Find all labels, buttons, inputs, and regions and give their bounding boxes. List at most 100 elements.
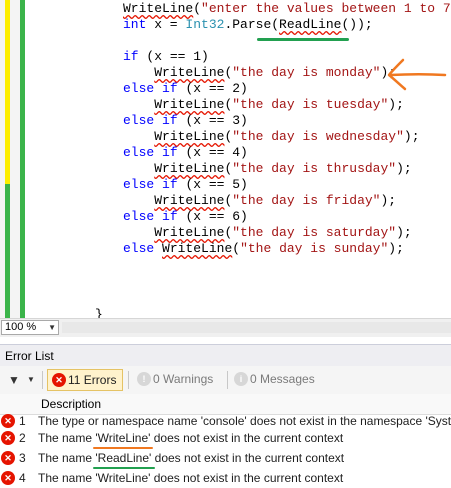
code-line[interactable]: else if (x == 2) — [123, 81, 248, 97]
keyword-token: if — [162, 81, 178, 96]
saved-changes-bar-right — [20, 0, 25, 318]
code-token: (x == 3) — [177, 113, 248, 128]
error-row[interactable]: ✕ 4 The name 'WriteLine' does not exist … — [0, 468, 451, 488]
error-icon: ✕ — [1, 414, 15, 428]
chevron-down-icon: ▼ — [48, 323, 56, 332]
error-icon: ✕ — [1, 431, 15, 445]
code-line[interactable]: WriteLine("the day is monday"); — [123, 65, 396, 81]
code-line[interactable]: if (x == 1) — [123, 49, 209, 65]
arrow-annotation-icon — [387, 58, 447, 91]
code-line[interactable]: WriteLine("the day is thrusday"); — [123, 161, 412, 177]
messages-count-label: 0 Messages — [250, 372, 315, 386]
string-token: "the day is thrusday" — [232, 161, 397, 176]
keyword-token: else — [123, 241, 155, 256]
warnings-count-label: 0 Warnings — [153, 372, 214, 386]
code-line[interactable]: WriteLine("enter the values between 1 to… — [123, 1, 451, 17]
code-token: ); — [403, 129, 420, 144]
filter-icon[interactable]: ▼ — [8, 373, 20, 387]
error-token: WriteLine — [154, 161, 225, 176]
code-line[interactable]: else if (x == 3) — [123, 113, 248, 129]
error-token: WriteLine — [123, 1, 194, 16]
error-row[interactable]: ✕ 2 The name 'WriteLine' does not exist … — [0, 428, 451, 448]
toolbar-separator — [42, 371, 43, 389]
error-list-toolbar: ▼ ▼ ✕ 11 Errors ! 0 Warnings i 0 Message… — [0, 366, 451, 395]
warnings-filter-button[interactable]: ! 0 Warnings — [133, 369, 223, 391]
error-description: The name 'ReadLine' does not exist in th… — [38, 451, 345, 465]
code-token: (x == 2) — [177, 81, 248, 96]
code-token: (x == 4) — [177, 145, 248, 160]
unsaved-changes-bar — [5, 0, 10, 184]
errors-filter-button[interactable]: ✕ 11 Errors — [47, 369, 123, 391]
string-token: "the day is wednesday" — [232, 129, 404, 144]
code-line[interactable]: else if (x == 4) — [123, 145, 248, 161]
error-list-title-text: Error List — [5, 349, 54, 363]
keyword-token: if — [162, 177, 178, 192]
filter-dropdown-icon[interactable]: ▼ — [27, 375, 35, 384]
saved-changes-bar — [5, 184, 10, 318]
code-token: (x == 1) — [138, 49, 209, 64]
code-line[interactable]: WriteLine("the day is wednesday"); — [123, 129, 420, 145]
code-token: ); — [396, 161, 412, 176]
error-list-title: Error List — [0, 344, 451, 366]
zoom-value: 100 % — [5, 321, 37, 333]
toolbar-separator — [128, 371, 129, 389]
error-row[interactable]: ✕ 3 The name 'ReadLine' does not exist i… — [0, 448, 451, 468]
keyword-token: if — [123, 49, 139, 64]
horizontal-scrollbar[interactable] — [62, 322, 451, 333]
closing-brace: } — [95, 307, 103, 318]
keyword-token: int — [123, 17, 147, 32]
string-token: "the day is monday" — [232, 65, 381, 80]
code-token: x = — [146, 17, 186, 32]
code-line[interactable]: int x = Int32.Parse(ReadLine()); — [123, 17, 373, 33]
error-token: WriteLine — [154, 193, 225, 208]
error-token: ReadLine — [279, 17, 342, 32]
code-editor[interactable]: WriteLine("enter the values between 1 to… — [0, 0, 451, 318]
toolbar-separator — [227, 371, 228, 389]
code-token: ); — [380, 193, 397, 208]
keyword-token: if — [162, 209, 178, 224]
code-line[interactable]: else if (x == 6) — [123, 209, 248, 225]
code-line[interactable]: WriteLine("the day is saturday"); — [123, 225, 412, 241]
errors-count-label: 11 Errors — [68, 373, 117, 387]
code-line[interactable]: WriteLine("the day is tuesday"); — [123, 97, 404, 113]
keyword-token: else — [123, 177, 155, 192]
code-token: .Parse( — [224, 17, 280, 32]
keyword-token: else — [123, 113, 155, 128]
code-line[interactable]: else if (x == 5) — [123, 177, 248, 193]
readline-highlight-annotation — [257, 38, 349, 41]
keyword-token: if — [162, 145, 178, 160]
keyword-token: else — [123, 145, 155, 160]
code-token: ()); — [341, 17, 373, 32]
code-line[interactable]: WriteLine("the day is friday"); — [123, 193, 396, 209]
code-line[interactable]: else WriteLine("the day is sunday"); — [123, 241, 404, 257]
string-token: "the day is friday" — [232, 193, 381, 208]
keyword-token: else — [123, 209, 155, 224]
type-token: Int32 — [185, 17, 225, 32]
error-description: The name 'WriteLine' does not exist in t… — [38, 471, 344, 485]
error-icon: ✕ — [52, 373, 66, 387]
code-token: ); — [388, 241, 404, 256]
code-token: ); — [396, 225, 412, 240]
string-token: "enter the values between 1 to 7" — [201, 1, 451, 16]
error-token: WriteLine — [154, 129, 225, 144]
keyword-token: else — [123, 81, 155, 96]
zoom-dropdown[interactable]: 100 % ▼ — [1, 320, 59, 335]
messages-filter-button[interactable]: i 0 Messages — [230, 369, 330, 391]
error-token: WriteLine — [154, 225, 225, 240]
error-number: 4 — [19, 471, 26, 485]
code-token: (x == 5) — [177, 177, 248, 192]
code-token: ); — [388, 97, 404, 112]
code-token: ( — [193, 1, 202, 16]
editor-margin — [0, 0, 20, 318]
error-number: 3 — [19, 451, 26, 465]
